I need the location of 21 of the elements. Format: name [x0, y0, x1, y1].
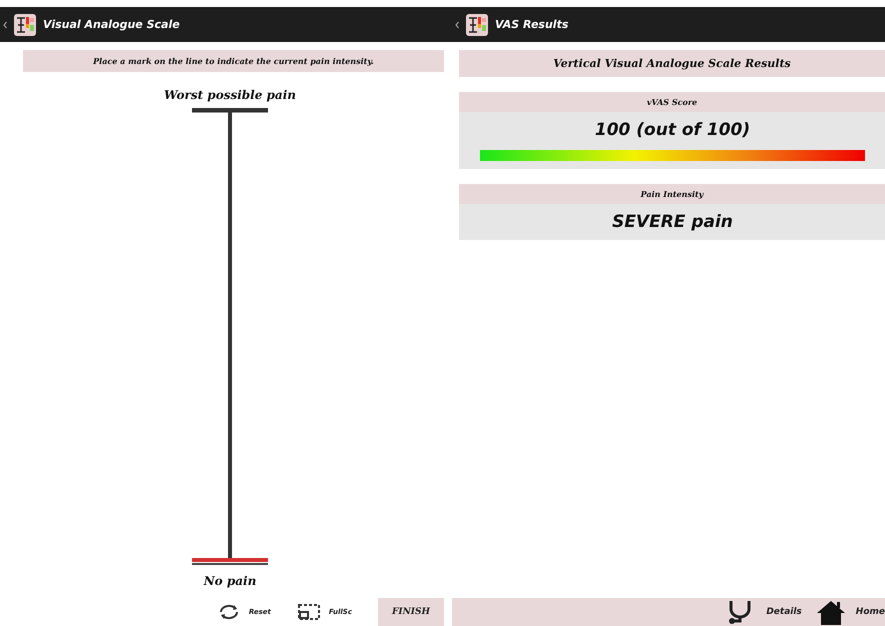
app-title: VAS Results: [495, 18, 568, 31]
instruction-banner: Place a mark on the line to indicate the current pain intensity.: [23, 50, 444, 72]
back-icon[interactable]: [455, 20, 459, 28]
result-value: 100 (out of 100): [594, 120, 750, 140]
home-icon: [816, 599, 846, 625]
finish-button[interactable]: FINISH: [378, 598, 444, 626]
results-heading: Vertical Visual Analogue Scale Results: [459, 50, 885, 77]
back-icon[interactable]: [3, 20, 7, 28]
section-header: vVAS Score: [459, 92, 885, 112]
scale-label: Worst possible pain: [164, 88, 296, 102]
details-button[interactable]: Details: [726, 599, 802, 625]
pain-marker[interactable]: [192, 558, 268, 563]
app-title: Visual Analogue Scale: [43, 18, 180, 31]
app-logo-icon[interactable]: [465, 12, 489, 36]
section-header: Pain Intensity: [459, 184, 885, 204]
fullscreen-icon: [296, 603, 321, 621]
app-logo-icon[interactable]: [13, 12, 37, 36]
result-value: SEVERE pain: [612, 212, 733, 232]
scale-label: No pain: [204, 574, 256, 588]
home-button[interactable]: Home: [816, 599, 885, 625]
scale-line[interactable]: [192, 108, 268, 560]
